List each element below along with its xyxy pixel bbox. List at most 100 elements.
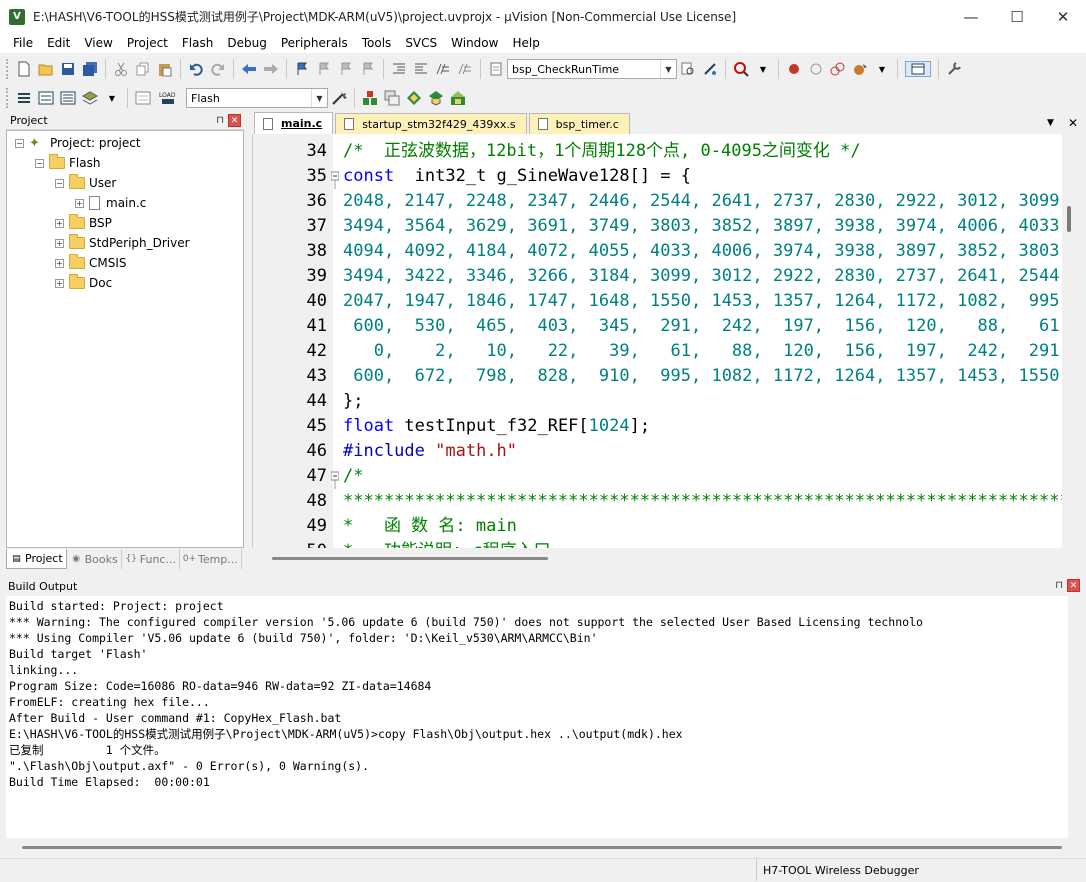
nav-forward-icon[interactable] [263,61,279,77]
expand-icon[interactable]: + [55,238,64,248]
find-in-files-icon[interactable] [488,61,504,77]
download-icon[interactable]: LOAD [157,90,179,106]
cut-icon[interactable] [113,61,129,77]
prev-bookmark-icon[interactable] [316,61,332,77]
pack-installer-icon[interactable] [428,90,444,106]
tree-item[interactable]: + BSP [55,213,112,233]
menu-view[interactable]: View [77,33,119,53]
nav-back-icon[interactable] [241,61,257,77]
function-combo[interactable]: bsp_CheckRunTime ▼ [507,59,677,79]
maximize-button[interactable]: ☐ [994,0,1040,33]
file-extensions-icon[interactable] [384,90,400,106]
build-output-vertical-scrollbar[interactable] [1068,596,1080,838]
minimize-button[interactable]: — [948,0,994,33]
menu-project[interactable]: Project [120,33,175,53]
editor-vertical-scrollbar[interactable] [1062,134,1076,548]
clear-bookmarks-icon[interactable] [360,61,376,77]
menu-edit[interactable]: Edit [40,33,77,53]
scrollbar-thumb[interactable] [22,846,1062,849]
expand-icon[interactable]: + [55,258,64,268]
tree-item[interactable]: + main.c [75,193,146,213]
menu-debug[interactable]: Debug [220,33,273,53]
close-panel-button[interactable]: ✕ [1067,579,1080,592]
panel-tab-books[interactable]: ◉ Books [67,549,122,569]
pin-icon[interactable]: ⊓ [1055,580,1063,591]
code-editor[interactable]: 34 /* 正弦波数据，12bit，1个周期128个点, 0-4095之间变化 *… [252,134,1070,548]
tree-item[interactable]: − ✦ Project: project [15,133,141,153]
build-icon[interactable] [38,90,54,106]
manage-components-icon[interactable] [362,90,378,106]
chevron-down-icon[interactable]: ▼ [104,90,120,106]
target-options-icon[interactable] [331,90,347,106]
menu-tools[interactable]: Tools [355,33,399,53]
tree-item[interactable]: + CMSIS [55,253,127,273]
collapse-icon[interactable]: − [55,178,64,188]
incremental-find-icon[interactable] [702,61,718,77]
tree-item[interactable]: − Flash [35,153,100,173]
menu-svcs[interactable]: SVCS [398,33,444,53]
editor-tab[interactable]: startup_stm32f429_439xx.s [335,113,527,134]
chevron-down-icon[interactable]: ▼ [874,61,890,77]
disable-breakpoint-icon[interactable] [808,61,824,77]
tab-list-icon[interactable]: ▼ [1047,116,1054,130]
translate-icon[interactable] [16,90,32,106]
scrollbar-thumb[interactable] [1067,206,1071,232]
panel-tab-temp[interactable]: 0+ Temp... [180,549,242,569]
editor-horizontal-scrollbar[interactable] [252,548,1070,570]
select-packs-icon[interactable] [406,90,422,106]
collapse-icon[interactable]: − [15,138,24,148]
close-tab-icon[interactable]: ✕ [1068,116,1078,130]
paste-icon[interactable] [157,61,173,77]
configure-icon[interactable] [946,61,962,77]
next-bookmark-icon[interactable] [338,61,354,77]
menu-flash[interactable]: Flash [175,33,220,53]
target-combo[interactable]: Flash ▼ [186,88,328,108]
collapse-icon[interactable]: − [35,158,44,168]
debug-icon[interactable] [733,61,749,77]
build-output-horizontal-scrollbar[interactable] [6,838,1080,858]
unindent-icon[interactable] [413,61,429,77]
editor-tab[interactable]: bsp_timer.c [528,113,630,134]
scrollbar-thumb[interactable] [272,557,548,560]
run-time-env-icon[interactable] [450,90,466,106]
close-window-button[interactable]: ✕ [1040,0,1086,33]
panel-tab-func[interactable]: {} Func... [122,549,180,569]
menu-peripherals[interactable]: Peripherals [274,33,355,53]
breakpoint-icon[interactable] [786,61,802,77]
tree-item[interactable]: + Doc [55,273,112,293]
undo-icon[interactable] [188,61,204,77]
expand-icon[interactable]: + [75,198,84,208]
editor-tab[interactable]: main.c [254,112,334,134]
stop-build-icon[interactable] [135,90,151,106]
fold-marker-icon[interactable] [330,464,340,489]
chevron-down-icon[interactable]: ▼ [755,61,771,77]
save-all-icon[interactable] [82,61,98,77]
window-layout-icon[interactable] [905,61,931,77]
new-file-icon[interactable] [16,61,32,77]
save-icon[interactable] [60,61,76,77]
tools-icon[interactable] [852,61,868,77]
panel-tab-project[interactable]: ▤ Project [6,549,67,569]
fold-marker-icon[interactable] [330,164,340,189]
comment-icon[interactable] [435,61,451,77]
expand-icon[interactable]: + [55,278,64,288]
copy-icon[interactable] [135,61,151,77]
uncomment-icon[interactable] [457,61,473,77]
tree-item[interactable]: + StdPeriph_Driver [55,233,190,253]
kill-breakpoints-icon[interactable] [830,61,846,77]
bookmark-icon[interactable] [294,61,310,77]
build-output-log[interactable]: Build started: Project: project *** Warni… [6,596,1068,838]
menu-window[interactable]: Window [444,33,505,53]
tree-item[interactable]: − User [55,173,116,193]
close-panel-button[interactable]: ✕ [228,114,241,127]
pin-icon[interactable]: ⊓ [216,115,224,126]
menu-help[interactable]: Help [505,33,546,53]
indent-icon[interactable] [391,61,407,77]
expand-icon[interactable]: + [55,218,64,228]
open-icon[interactable] [38,61,54,77]
rebuild-icon[interactable] [60,90,76,106]
find-icon[interactable] [680,61,696,77]
redo-icon[interactable] [210,61,226,77]
batch-build-icon[interactable] [82,90,98,106]
menu-file[interactable]: File [6,33,40,53]
